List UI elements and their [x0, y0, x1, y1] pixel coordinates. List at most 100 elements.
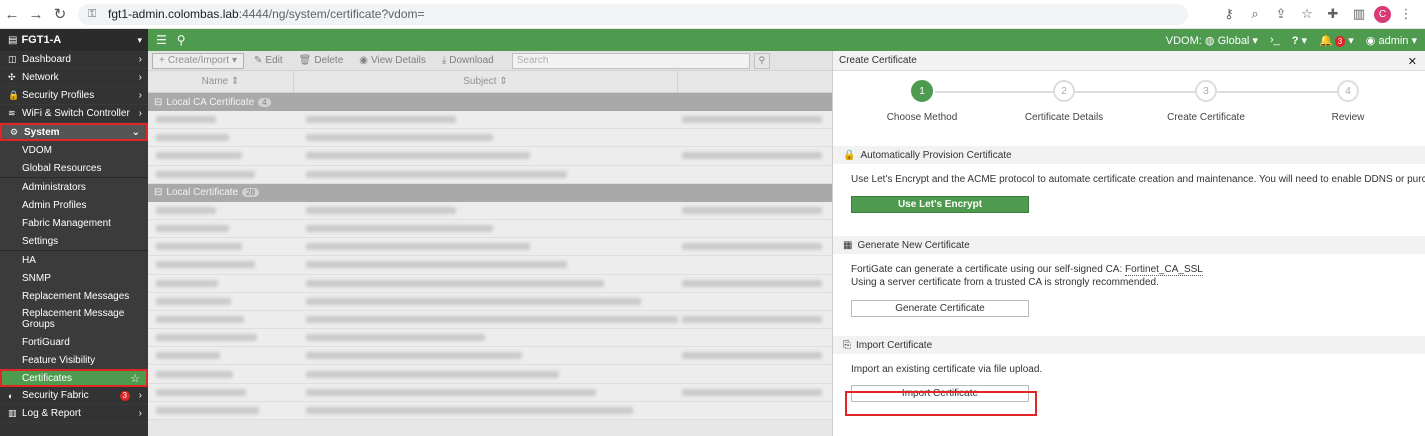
sidebar-item-replacement-messages[interactable]: Replacement Messages [0, 287, 148, 305]
step-1-label: Choose Method [886, 112, 958, 123]
step-2-label: Certificate Details [1024, 112, 1104, 123]
section-title: Generate New Certificate [857, 239, 970, 251]
vdom-value: Global [1217, 34, 1250, 47]
favorite-star-icon[interactable]: ☆ [130, 372, 140, 385]
ca-name-link[interactable]: Fortinet_CA_SSL [1125, 264, 1203, 276]
chevron-right-icon: › [138, 54, 142, 65]
profile-avatar[interactable]: C [1374, 5, 1391, 23]
url-host: fgt1-admin.colombas.lab [108, 7, 239, 21]
sidebar-item-label: Certificates [22, 372, 73, 384]
panel-header: Create Certificate [833, 51, 1425, 71]
wifi-icon: ≋ [8, 108, 16, 118]
notifications-button[interactable]: 🔔 3 ▾ [1319, 34, 1354, 47]
chevron-right-icon: › [138, 72, 142, 83]
step-connector [935, 91, 1065, 93]
device-name: FGT1-A [21, 34, 62, 46]
sidebar-item-fabric-management[interactable]: Fabric Management [0, 214, 148, 232]
bookmark-star-icon[interactable]: ☆ [1296, 3, 1318, 25]
globe-icon: ◍ [1204, 34, 1215, 47]
topbar-right-tools: VDOM: ◍ Global ▾ ›_ ? ▾ 🔔 3 ▾ ◉ admin ▾ [1166, 29, 1417, 51]
sidebar-item-vdom[interactable]: VDOM [0, 141, 148, 159]
use-lets-encrypt-button[interactable]: Use Let's Encrypt [851, 196, 1029, 213]
sidebar-item-network[interactable]: ✣ Network › [0, 69, 148, 87]
user-icon: ◉ [1365, 34, 1376, 47]
step-4-label: Review [1331, 112, 1365, 123]
help-button[interactable]: ? ▾ [1292, 34, 1307, 47]
section-auto-provision: Use Let's Encrypt and the ACME protocol … [833, 164, 1425, 236]
step-1-indicator: 1 [911, 80, 933, 102]
lock-icon: 🔒 [8, 90, 20, 100]
sidebar-item-ha[interactable]: HA [0, 251, 148, 269]
section-auto-provision-heading: 🔒 Automatically Provision Certificate [833, 146, 1425, 164]
sidebar-item-replacement-message-groups[interactable]: Replacement Message Groups [0, 305, 148, 333]
sidebar-item-log-report[interactable]: ▥ Log & Report › [0, 405, 148, 423]
sidebar-item-security-profiles[interactable]: 🔒 Security Profiles › [0, 87, 148, 105]
browser-actions: ⚷ ⌕ ⇪ ☆ ✚ ▥ C ⋮ [1218, 3, 1417, 25]
sidebar-item-label: Global Resources [22, 162, 102, 174]
step-4-indicator: 4 [1337, 80, 1359, 102]
sidebar-item-label: Security Profiles [22, 90, 95, 101]
sidebar-item-wifi-switch[interactable]: ≋ WiFi & Switch Controller › [0, 105, 148, 123]
sidebar-item-certificates[interactable]: Certificates ☆ [0, 369, 148, 387]
site-info-icon[interactable]: ⚿ [88, 8, 102, 21]
browser-menu-icon[interactable]: ⋮ [1395, 3, 1417, 25]
chevron-right-icon: › [138, 108, 142, 119]
dashboard-icon: ◫ [8, 54, 17, 64]
sidebar-item-security-fabric[interactable]: ◐ Security Fabric 3 › [0, 387, 148, 405]
import-description: Import an existing certificate via file … [851, 364, 1043, 375]
wizard-stepper: 1 2 3 4 Choose Method Certificate Detail… [833, 71, 1425, 146]
sidebar-item-fortiguard[interactable]: FortiGuard [0, 333, 148, 351]
sidebar-item-feature-visibility[interactable]: Feature Visibility [0, 351, 148, 369]
sidebar-item-label: Log & Report [22, 408, 81, 419]
sidebar-item-label: Replacement Message Groups [22, 308, 125, 330]
sidebar-item-global-resources[interactable]: Global Resources [0, 159, 148, 177]
chevron-down-icon: ⌄ [131, 126, 140, 138]
search-icon[interactable]: ⚲ [177, 33, 186, 47]
zoom-icon[interactable]: ⌕ [1244, 3, 1266, 25]
sidebar-item-label: Admin Profiles [22, 199, 87, 211]
sidebar-item-label: FortiGuard [22, 336, 70, 348]
cli-console-icon[interactable]: ›_ [1270, 34, 1280, 46]
sidebar-item-snmp[interactable]: SNMP [0, 269, 148, 287]
vdom-selector[interactable]: VDOM: ◍ Global ▾ [1166, 34, 1258, 47]
sidebar-item-dashboard[interactable]: ◫ Dashboard › [0, 51, 148, 69]
step-3-indicator: 3 [1195, 80, 1217, 102]
reload-icon[interactable]: ↻ [48, 2, 72, 26]
section-title: Automatically Provision Certificate [860, 149, 1012, 161]
lock-icon: 🔒 [843, 149, 856, 161]
import-highlight-frame [845, 391, 1037, 416]
extensions-icon[interactable]: ✚ [1322, 3, 1344, 25]
menu-toggle-icon[interactable]: ☰ [156, 33, 167, 47]
help-icon: ? [1291, 34, 1299, 47]
forward-icon[interactable]: → [24, 2, 48, 26]
notifications-badge: 3 [1334, 35, 1346, 47]
sidebar-item-administrators[interactable]: Administrators [0, 178, 148, 196]
user-name: admin [1378, 34, 1409, 47]
sidebar-item-label: VDOM [22, 144, 52, 156]
modal-backdrop[interactable] [148, 51, 832, 436]
address-bar[interactable]: ⚿ fgt1-admin.colombas.lab :4444/ng/syste… [78, 3, 1188, 25]
sidebar-item-admin-profiles[interactable]: Admin Profiles [0, 196, 148, 214]
generate-text: FortiGate can generate a certificate usi… [851, 264, 1126, 275]
sidebar-item-label: Replacement Messages [22, 290, 130, 302]
back-icon[interactable]: ← [0, 2, 24, 26]
step-connector [1075, 91, 1205, 93]
sidebar: ◫ Dashboard › ✣ Network › 🔒 Security Pro… [0, 51, 148, 436]
sidebar-item-label: SNMP [22, 272, 51, 284]
sidebar-item-system[interactable]: ⚙ System ⌄ [0, 123, 148, 141]
sidebar-item-settings[interactable]: Settings [0, 232, 148, 250]
sidebar-item-label: Security Fabric [22, 390, 89, 401]
sidebar-item-label: Network [22, 72, 59, 83]
key-icon[interactable]: ⚷ [1218, 3, 1240, 25]
share-icon[interactable]: ⇪ [1270, 3, 1292, 25]
user-menu[interactable]: ◉ admin ▾ [1366, 34, 1417, 47]
close-icon[interactable]: ✕ [1408, 55, 1417, 68]
sidebar-item-label: Fabric Management [22, 217, 111, 229]
side-panel-icon[interactable]: ▥ [1348, 3, 1370, 25]
device-selector[interactable]: ▤ FGT1-A ▾ [0, 29, 148, 51]
network-icon: ✣ [8, 72, 16, 82]
import-icon: ⎘ [843, 339, 851, 351]
generate-certificate-button[interactable]: Generate Certificate [851, 300, 1029, 317]
sidebar-item-label: WiFi & Switch Controller [22, 108, 130, 119]
browser-toolbar: ← → ↻ ⚿ fgt1-admin.colombas.lab :4444/ng… [0, 0, 1425, 29]
